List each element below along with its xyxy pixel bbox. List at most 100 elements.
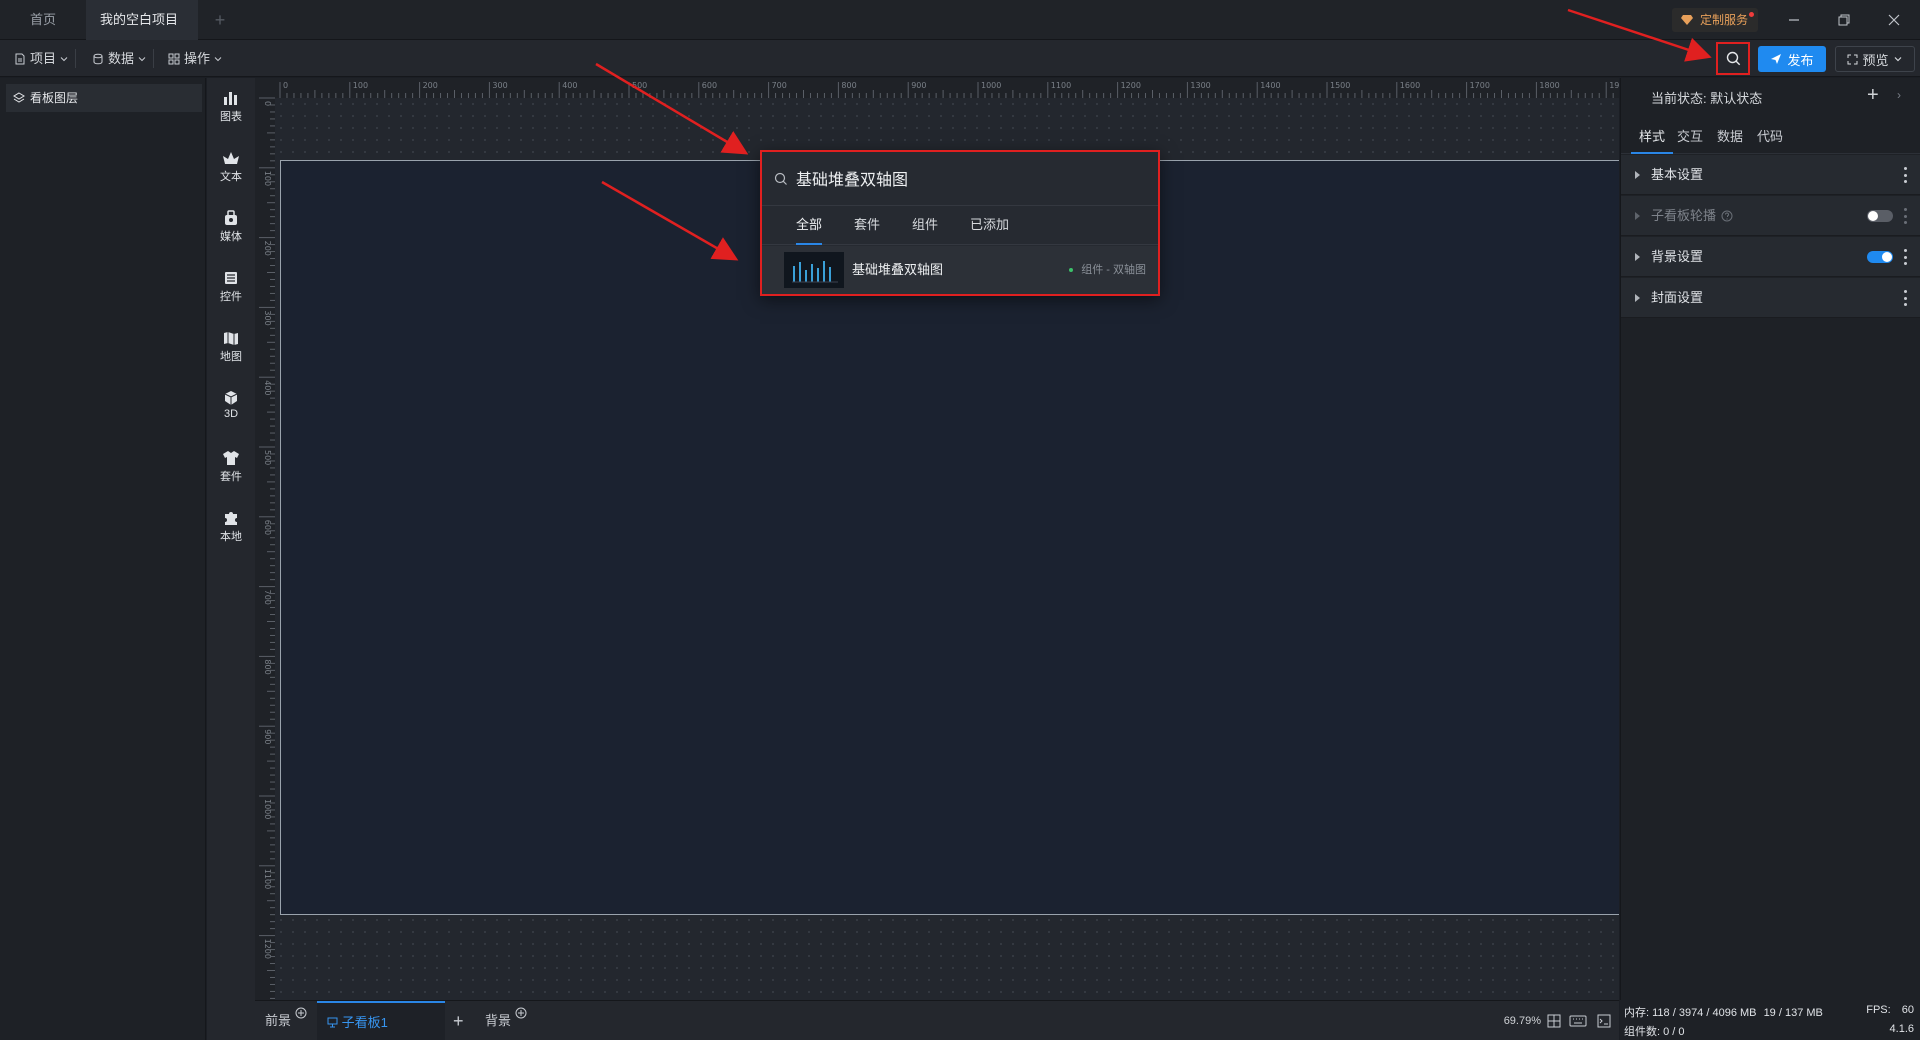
fit-screen-icon[interactable] bbox=[1547, 1014, 1561, 1028]
tab-code[interactable]: 代码 bbox=[1757, 122, 1783, 154]
section-cover-settings[interactable]: 封面设置 bbox=[1621, 278, 1920, 318]
tab-style[interactable]: 样式 bbox=[1631, 122, 1674, 154]
background-toggle[interactable] bbox=[1867, 251, 1893, 263]
component-category-suite[interactable]: 套件 bbox=[207, 444, 255, 494]
help-circle-icon[interactable] bbox=[1721, 210, 1733, 222]
component-category-label: 本地 bbox=[220, 531, 242, 543]
state-value: 默认状态 bbox=[1710, 91, 1763, 106]
menu-project-label: 项目 bbox=[30, 51, 57, 66]
search-input[interactable] bbox=[796, 166, 1136, 190]
chevron-right-icon[interactable]: › bbox=[1897, 88, 1901, 102]
add-circle-icon[interactable] bbox=[515, 1007, 527, 1019]
ruler-tick-label: 700 bbox=[772, 81, 787, 90]
board-tab-label: 子看板1 bbox=[341, 1015, 388, 1030]
ruler-tick-label: 500 bbox=[263, 450, 272, 465]
puzzle-icon bbox=[225, 512, 237, 525]
custom-service-button[interactable]: 定制服务 bbox=[1672, 8, 1759, 32]
send-icon bbox=[1771, 54, 1782, 64]
close-button[interactable] bbox=[1870, 0, 1918, 40]
section-label: 封面设置 bbox=[1651, 290, 1704, 305]
ruler-tick-label: 1200 bbox=[263, 939, 272, 959]
component-sidebar: 图表 文本 媒体 控件 地图 3D 套件 本地 bbox=[207, 78, 255, 1040]
ruler-tick-label: 800 bbox=[841, 81, 856, 90]
search-icon bbox=[774, 172, 787, 185]
component-category-3d[interactable]: 3D bbox=[207, 384, 255, 434]
menu-project[interactable]: 项目 bbox=[14, 40, 77, 77]
current-state[interactable]: 当前状态: 默认状态 bbox=[1651, 88, 1762, 107]
ruler-vertical: 0100200300400500600700800900100011001200 bbox=[255, 78, 275, 1000]
add-circle-icon[interactable] bbox=[295, 1007, 307, 1019]
search-tab-component[interactable]: 组件 bbox=[912, 207, 938, 243]
component-category-text[interactable]: 文本 bbox=[207, 144, 255, 194]
search-tabs: 全部 套件 组件 已添加 bbox=[762, 207, 1158, 245]
tab-home[interactable]: 首页 bbox=[8, 0, 78, 40]
search-tab-all[interactable]: 全部 bbox=[796, 207, 823, 245]
fps-label: FPS: bbox=[1866, 1004, 1891, 1016]
ruler-tick-label: 900 bbox=[911, 81, 926, 90]
foreground-tab[interactable]: 前景 bbox=[265, 1001, 307, 1040]
widget-icon bbox=[225, 272, 237, 284]
add-state-button[interactable]: + bbox=[1867, 84, 1879, 107]
search-tab-suite[interactable]: 套件 bbox=[854, 207, 880, 243]
ruler-tick-label: 1800 bbox=[1539, 81, 1559, 90]
add-board-button[interactable]: + bbox=[453, 1001, 464, 1040]
search-tab-added[interactable]: 已添加 bbox=[970, 207, 1009, 243]
ruler-tick-label: 1200 bbox=[1121, 81, 1141, 90]
memory-value: 118 / 3974 / 4096 MB bbox=[1652, 1007, 1757, 1019]
minimize-button[interactable] bbox=[1770, 0, 1818, 40]
tab-data[interactable]: 数据 bbox=[1717, 122, 1743, 154]
component-category-chart[interactable]: 图表 bbox=[207, 84, 255, 134]
more-vertical-icon[interactable] bbox=[1903, 208, 1907, 224]
component-category-map[interactable]: 地图 bbox=[207, 324, 255, 374]
menu-data-label: 数据 bbox=[108, 51, 135, 66]
preview-button[interactable]: 预览 bbox=[1835, 46, 1915, 72]
ruler-tick-label: 100 bbox=[353, 81, 368, 90]
menu-operation[interactable]: 操作 bbox=[168, 40, 222, 77]
component-category-media[interactable]: 媒体 bbox=[207, 204, 255, 254]
version: 4.1.6 bbox=[1889, 1023, 1914, 1035]
carousel-toggle[interactable] bbox=[1867, 210, 1893, 222]
component-category-label: 控件 bbox=[220, 291, 242, 303]
section-background-settings[interactable]: 背景设置 bbox=[1621, 237, 1920, 277]
ruler-tick-label: 300 bbox=[263, 310, 272, 325]
ruler-tick-label: 700 bbox=[263, 590, 272, 605]
component-count-label: 组件数: bbox=[1624, 1026, 1661, 1038]
file-icon bbox=[15, 53, 25, 64]
restore-icon bbox=[1838, 14, 1850, 26]
layer-panel-title[interactable]: 看板图层 bbox=[6, 84, 202, 112]
component-category-local[interactable]: 本地 bbox=[207, 504, 255, 554]
zoom-level[interactable]: 69.79% bbox=[1504, 1001, 1541, 1040]
search-input-row bbox=[762, 152, 1158, 206]
component-category-label: 套件 bbox=[220, 471, 242, 483]
keyboard-icon[interactable] bbox=[1569, 1015, 1587, 1027]
state-label: 当前状态: bbox=[1651, 91, 1707, 106]
tab-project[interactable]: 我的空白项目 bbox=[86, 0, 198, 65]
background-tab[interactable]: 背景 bbox=[485, 1001, 527, 1040]
ruler-tick-label: 800 bbox=[263, 659, 272, 674]
board-tab-1[interactable]: 子看板1 bbox=[317, 1001, 445, 1040]
tab-project-label: 我的空白项目 bbox=[100, 12, 179, 27]
memory-label: 内存: bbox=[1624, 1007, 1650, 1019]
monitor-icon bbox=[327, 1017, 338, 1028]
menu-data[interactable]: 数据 bbox=[92, 40, 155, 77]
background-label: 背景 bbox=[485, 1013, 512, 1028]
component-category-widget[interactable]: 控件 bbox=[207, 264, 255, 314]
section-subboard-carousel[interactable]: 子看板轮播 bbox=[1621, 196, 1920, 236]
chevron-down-icon bbox=[138, 56, 146, 61]
more-vertical-icon[interactable] bbox=[1903, 167, 1907, 183]
search-result-name: 基础堆叠双轴图 bbox=[852, 262, 944, 277]
add-tab-button[interactable]: + bbox=[208, 8, 232, 32]
custom-service-label: 定制服务 bbox=[1700, 13, 1749, 27]
search-result-item[interactable]: 基础堆叠双轴图 组件 - 双轴图 bbox=[762, 246, 1158, 294]
restore-button[interactable] bbox=[1820, 0, 1868, 40]
section-basic-settings[interactable]: 基本设置 bbox=[1621, 155, 1920, 195]
menu-operation-label: 操作 bbox=[184, 51, 211, 66]
more-vertical-icon[interactable] bbox=[1903, 249, 1907, 265]
close-icon bbox=[1888, 14, 1900, 26]
ruler-tick-label: 900 bbox=[263, 729, 272, 744]
terminal-icon[interactable] bbox=[1597, 1014, 1611, 1028]
publish-button[interactable]: 发布 bbox=[1758, 46, 1826, 72]
search-button[interactable] bbox=[1716, 42, 1750, 75]
more-vertical-icon[interactable] bbox=[1903, 290, 1907, 306]
tab-interaction[interactable]: 交互 bbox=[1677, 122, 1703, 154]
